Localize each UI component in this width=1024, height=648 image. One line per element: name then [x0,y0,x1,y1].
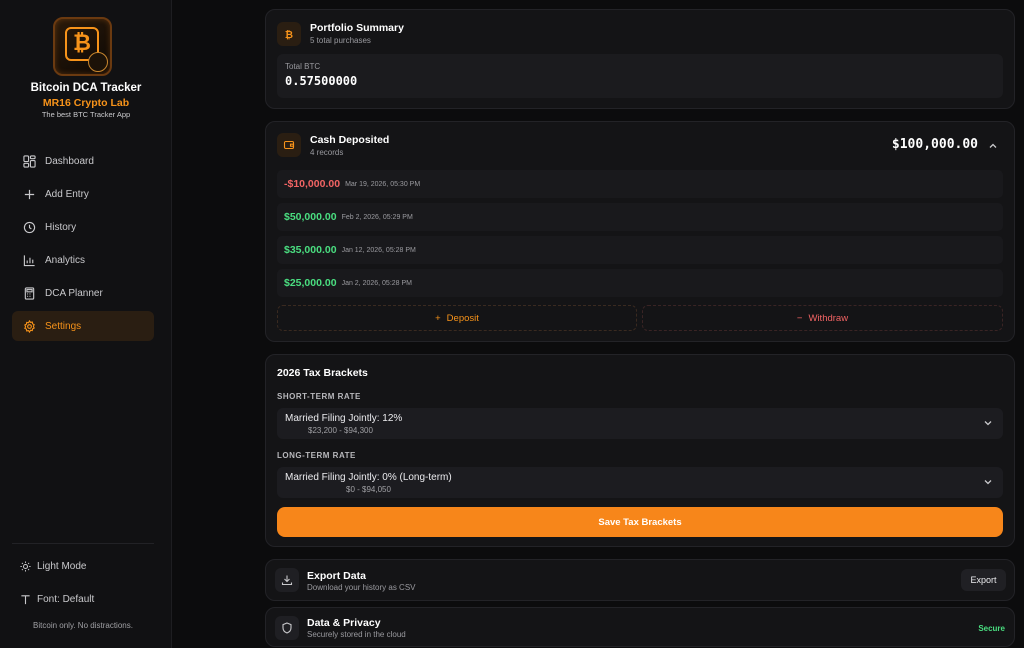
bar-chart-icon [23,254,36,267]
dashboard-icon [23,154,36,168]
sidebar-item-settings[interactable]: Settings [12,311,154,341]
export-button[interactable]: Export [961,569,1006,591]
download-icon [275,568,299,592]
withdraw-button[interactable]: − Withdraw [642,305,1003,331]
cash-subtitle: 4 records [310,148,344,157]
tax-title: 2026 Tax Brackets [277,367,368,379]
chevron-down-icon [984,421,992,426]
clock-icon [23,221,36,234]
sidebar-item-label: Dashboard [45,155,94,167]
font-selector-label: Font: Default [37,594,95,605]
record-date: Jan 2, 2026, 05:28 PM [341,279,412,287]
sidebar-nav: Dashboard Add Entry History Analytics DC… [12,146,154,344]
chevron-up-icon[interactable] [988,141,998,151]
portfolio-title: Portfolio Summary [310,22,404,34]
wallet-icon [277,133,301,157]
sidebar-item-label: Analytics [45,254,86,266]
cash-record-row[interactable]: $25,000.00 Jan 2, 2026, 05:28 PM [277,269,1003,297]
record-date: Feb 2, 2026, 05:29 PM [341,213,413,221]
minus-icon: − [796,312,803,324]
save-tax-brackets-button[interactable]: Save Tax Brackets [277,507,1003,537]
brand-subtitle: MR16 Crypto Lab [42,97,130,109]
export-data-card: Export Data Download your history as CSV… [265,559,1015,601]
plus-icon [23,188,36,201]
portfolio-subtitle: 5 total purchases [310,36,371,45]
long-term-range: $0 - $94,050 [346,485,391,494]
short-term-value: Married Filing Jointly: 12% [285,413,403,424]
cash-title: Cash Deposited [310,134,390,146]
long-term-select[interactable]: Married Filing Jointly: 0% (Long-term) $… [277,467,1003,498]
theme-toggle[interactable]: Light Mode [20,561,86,572]
font-selector[interactable]: Font: Default [20,594,94,605]
sidebar-item-dashboard[interactable]: Dashboard [12,146,154,176]
bitcoin-icon: ₿ [277,22,301,46]
record-amount: $50,000.00 [284,211,337,223]
portfolio-summary-card: ₿ Portfolio Summary 5 total purchases To… [265,9,1015,109]
total-btc-box: Total BTC 0.57500000 [277,54,1003,98]
cash-record-row[interactable]: -$10,000.00 Mar 19, 2026, 05:30 PM [277,170,1003,198]
deposit-label: Deposit [446,312,479,324]
type-icon [21,595,30,605]
privacy-subtitle: Securely stored in the cloud [307,630,406,639]
sidebar-item-add-entry[interactable]: Add Entry [12,179,154,209]
record-amount: $35,000.00 [284,244,337,256]
long-term-value: Married Filing Jointly: 0% (Long-term) [285,472,452,483]
plus-icon: + [435,312,441,324]
sidebar-divider [12,543,154,544]
sidebar: ₿ Bitcoin DCA Tracker MR16 Crypto Lab Th… [0,0,172,648]
sidebar-item-label: Settings [45,320,82,332]
app-logo: ₿ [53,17,112,76]
sidebar-item-label: DCA Planner [45,287,103,299]
brand-title: Bitcoin DCA Tracker [30,82,142,94]
total-btc-value: 0.57500000 [285,74,358,88]
export-title: Export Data [307,570,366,582]
sidebar-item-label: History [45,221,77,233]
sidebar-item-label: Add Entry [45,188,89,200]
short-term-select[interactable]: Married Filing Jointly: 12% $23,200 - $9… [277,408,1003,439]
tax-brackets-card: 2026 Tax Brackets SHORT-TERM RATE Marrie… [265,354,1015,547]
data-privacy-card: Data & Privacy Securely stored in the cl… [265,607,1015,647]
record-amount: $25,000.00 [284,277,337,289]
gear-icon [23,319,36,333]
record-date: Jan 12, 2026, 05:28 PM [341,246,416,254]
short-term-label: SHORT-TERM RATE [277,392,361,401]
record-amount: -$10,000.00 [284,178,341,190]
secure-status-badge: Secure [978,624,1005,633]
sidebar-footer: Bitcoin only. No distractions. [33,621,133,630]
sidebar-item-dca-planner[interactable]: DCA Planner [12,278,154,308]
sidebar-item-history[interactable]: History [12,212,154,242]
sidebar-item-analytics[interactable]: Analytics [12,245,154,275]
sun-icon [20,561,31,572]
svg-text:₿: ₿ [285,29,293,40]
brand-tagline: The best BTC Tracker App [41,110,131,119]
calculator-icon [23,286,36,300]
cash-record-row[interactable]: $50,000.00 Feb 2, 2026, 05:29 PM [277,203,1003,231]
theme-toggle-label: Light Mode [37,561,87,572]
short-term-range: $23,200 - $94,300 [308,426,373,435]
seal-icon [88,52,108,72]
cash-deposited-card: Cash Deposited 4 records $100,000.00 -$1… [265,121,1015,342]
withdraw-label: Withdraw [808,312,849,324]
deposit-button[interactable]: + Deposit [277,305,637,331]
chevron-down-icon [984,480,992,485]
shield-icon [275,616,299,640]
record-date: Mar 19, 2026, 05:30 PM [345,180,421,188]
total-btc-label: Total BTC [285,62,321,71]
long-term-label: LONG-TERM RATE [277,451,356,460]
privacy-title: Data & Privacy [307,617,381,629]
export-subtitle: Download your history as CSV [307,583,416,592]
cash-record-row[interactable]: $35,000.00 Jan 12, 2026, 05:28 PM [277,236,1003,264]
cash-total: $100,000.00 [891,137,978,152]
